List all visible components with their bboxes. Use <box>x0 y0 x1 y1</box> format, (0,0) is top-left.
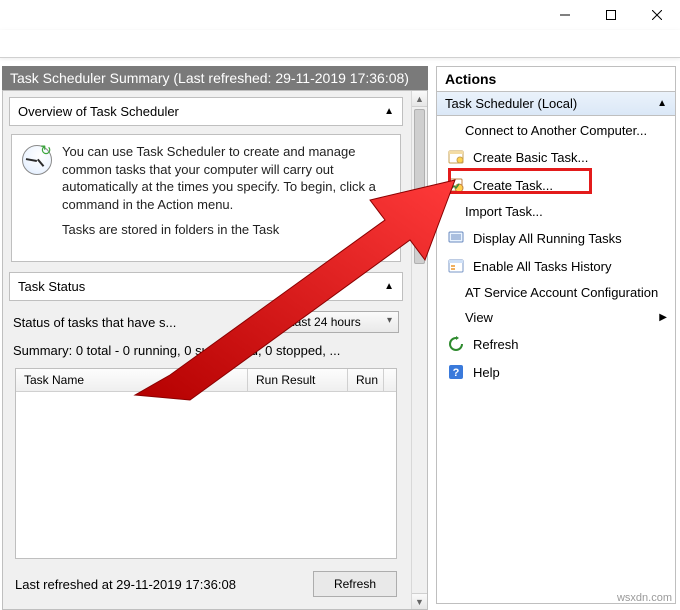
watermark: wsxdn.com <box>617 592 672 604</box>
clock-icon: ↻ <box>20 143 54 177</box>
action-label: View <box>465 310 493 325</box>
action-item[interactable]: Display All Running Tasks <box>437 224 675 252</box>
svg-text:?: ? <box>453 367 460 379</box>
history-icon <box>447 257 465 275</box>
toolbar-area <box>0 30 680 58</box>
overview-paragraph-truncated: Tasks are stored in folders in the Task <box>62 221 390 239</box>
action-label: Import Task... <box>465 204 543 219</box>
actions-pane: Actions Task Scheduler (Local) ▲ Connect… <box>436 66 676 604</box>
action-item[interactable]: Create Basic Task... <box>437 143 675 171</box>
last-refreshed-label: Last refreshed at 29-11-2019 17:36:08 <box>15 577 236 592</box>
action-label: Display All Running Tasks <box>473 231 622 246</box>
summary-pane: Task Scheduler Summary (Last refreshed: … <box>0 66 430 610</box>
status-range-label: Status of tasks that have s... <box>13 315 269 330</box>
task-status-table: Task Name Run Result Run <box>15 368 397 559</box>
chevron-up-icon: ▲ <box>657 98 667 109</box>
action-label: Refresh <box>473 337 519 352</box>
action-label: Connect to Another Computer... <box>465 123 647 138</box>
overview-box: ↻ You can use Task Scheduler to create a… <box>11 134 401 262</box>
action-item[interactable]: View ▶ <box>437 305 675 330</box>
column-header[interactable]: Run <box>348 369 384 391</box>
action-label: Enable All Tasks History <box>473 259 612 274</box>
new-task-icon <box>447 176 465 194</box>
title-bar <box>0 0 680 30</box>
column-header[interactable]: Run Result <box>248 369 348 391</box>
overview-header[interactable]: Overview of Task Scheduler ▲ <box>9 97 403 126</box>
action-item[interactable]: AT Service Account Configuration <box>437 280 675 305</box>
action-label: Help <box>473 365 500 380</box>
actions-group-title: Task Scheduler (Local) <box>445 96 577 111</box>
refresh-button[interactable]: Refresh <box>313 571 397 597</box>
status-range-combo[interactable]: Last 24 hours <box>279 311 399 333</box>
actions-group-header[interactable]: Task Scheduler (Local) ▲ <box>437 92 675 116</box>
action-item[interactable]: ? Help <box>437 358 675 386</box>
display-icon <box>447 229 465 247</box>
wizard-icon <box>447 148 465 166</box>
action-label: Create Basic Task... <box>473 150 588 165</box>
summary-header: Task Scheduler Summary (Last refreshed: … <box>2 66 428 90</box>
column-header[interactable]: Task Name <box>16 369 248 391</box>
overview-paragraph: You can use Task Scheduler to create and… <box>62 143 390 213</box>
close-button[interactable] <box>634 0 680 30</box>
actions-title: Actions <box>437 67 675 92</box>
refresh-icon <box>447 335 465 353</box>
help-icon: ? <box>447 363 465 381</box>
overview-title: Overview of Task Scheduler <box>18 104 179 119</box>
action-item[interactable]: Create Task... <box>437 171 675 199</box>
action-label: Create Task... <box>473 178 553 193</box>
action-item[interactable]: Refresh <box>437 330 675 358</box>
chevron-right-icon: ▶ <box>659 312 667 323</box>
task-status-title: Task Status <box>18 279 85 294</box>
action-label: AT Service Account Configuration <box>465 285 658 300</box>
status-summary-line: Summary: 0 total - 0 running, 0 succeede… <box>13 343 399 358</box>
minimize-button[interactable] <box>542 0 588 30</box>
action-item[interactable]: Connect to Another Computer... <box>437 118 675 143</box>
action-item[interactable]: Import Task... <box>437 199 675 224</box>
maximize-button[interactable] <box>588 0 634 30</box>
chevron-up-icon: ▲ <box>384 106 394 117</box>
vertical-scrollbar[interactable]: ▲ ▼ <box>411 91 427 609</box>
chevron-up-icon: ▲ <box>384 281 394 292</box>
task-status-header[interactable]: Task Status ▲ <box>9 272 403 301</box>
action-item[interactable]: Enable All Tasks History <box>437 252 675 280</box>
